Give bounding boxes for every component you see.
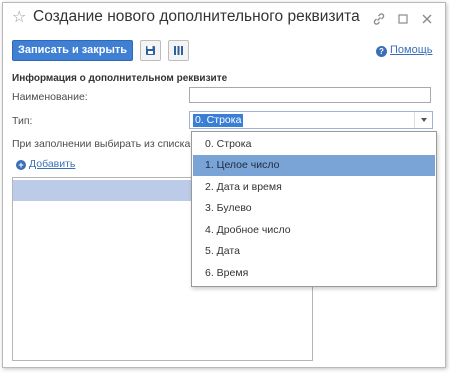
columns-button[interactable] (168, 40, 189, 61)
save-and-close-button[interactable]: Записать и закрыть (12, 40, 133, 61)
add-label: Добавить (29, 158, 76, 170)
type-select-toggle[interactable] (414, 112, 432, 128)
name-input[interactable] (189, 87, 431, 103)
type-select[interactable]: 0. Строка (189, 111, 433, 129)
add-button[interactable]: + Добавить (16, 158, 75, 170)
type-label: Тип: (12, 115, 33, 127)
dropdown-option[interactable]: 5. Дата (193, 241, 435, 262)
dropdown-option[interactable]: 0. Строка (193, 134, 435, 155)
dropdown-option[interactable]: 6. Время (193, 263, 435, 284)
type-dropdown-list: 0. Строка 1. Целое число 2. Дата и время… (191, 131, 437, 287)
title-bar: ☆ Создание нового дополнительного реквиз… (3, 3, 445, 35)
help-label: Помощь (390, 44, 433, 56)
section-title: Информация о дополнительном реквизите (12, 73, 228, 84)
add-plus-icon: + (16, 160, 26, 170)
close-icon[interactable] (420, 12, 434, 26)
dropdown-option[interactable]: 3. Булево (193, 198, 435, 219)
window-title: Создание нового дополнительного реквизит… (33, 8, 360, 25)
name-label: Наименование: (12, 91, 88, 103)
floppy-disk-icon (146, 46, 155, 55)
choose-from-list-label: При заполнении выбирать из списка: (12, 138, 194, 150)
save-button[interactable] (140, 40, 161, 61)
dropdown-option[interactable]: 2. Дата и время (193, 177, 435, 198)
help-question-icon: ? (376, 46, 387, 57)
columns-icon (174, 46, 183, 55)
dropdown-option-selected[interactable]: 1. Целое число (193, 155, 435, 176)
help-link[interactable]: ? Помощь (376, 44, 433, 57)
chevron-down-icon (421, 118, 427, 122)
dropdown-option[interactable]: 4. Дробное число (193, 220, 435, 241)
type-select-value: 0. Строка (193, 114, 244, 127)
link-icon[interactable] (372, 12, 386, 26)
favorite-star-icon[interactable]: ☆ (12, 9, 28, 25)
dialog-window: ☆ Создание нового дополнительного реквиз… (2, 2, 446, 368)
maximize-icon[interactable] (396, 12, 410, 26)
